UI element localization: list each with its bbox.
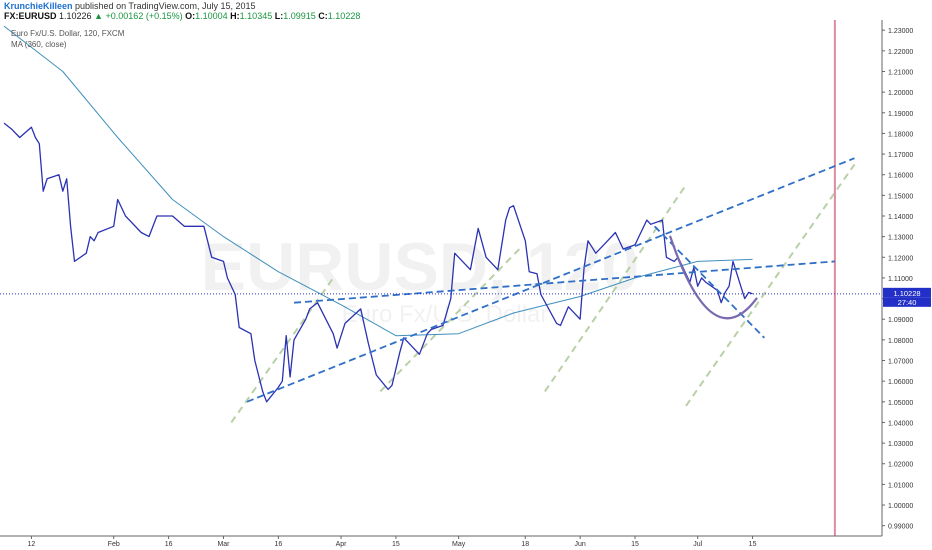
x-tick-label-9: Jun [574, 541, 585, 548]
y-tick-label-19: 1.04000 [888, 420, 913, 427]
countdown-tag-text: 27:40 [898, 298, 917, 307]
y-tick-label-16: 1.07000 [888, 359, 913, 366]
x-tick-label-12: 15 [749, 541, 757, 548]
y-tick-label-9: 1.14000 [888, 214, 913, 221]
y-tick-label-24: 0.99000 [888, 524, 913, 531]
y-tick-label-4: 1.19000 [888, 111, 913, 118]
y-tick-label-5: 1.18000 [888, 131, 913, 138]
y-tick-label-6: 1.17000 [888, 152, 913, 159]
y-tick-label-18: 1.05000 [888, 400, 913, 407]
watermark-description: Euro Fx/U.S. Dollar [342, 301, 549, 328]
y-tick-label-14: 1.09000 [888, 317, 913, 324]
y-tick-label-12: 1.11000 [888, 276, 913, 283]
x-tick-label-5: Apr [336, 541, 348, 548]
y-tick-label-15: 1.08000 [888, 338, 913, 345]
x-tick-label-6: 15 [392, 541, 400, 548]
last-price-tag-text: 1.10228 [893, 289, 920, 298]
instrument-legend[interactable]: Euro Fx/U.S. Dollar, 120, FXCM [11, 29, 124, 38]
x-tick-label-3: Mar [217, 541, 230, 548]
price-chart[interactable]: EURUSD, 120 Euro Fx/U.S. Dollar 1.230001… [0, 0, 932, 550]
y-tick-label-21: 1.02000 [888, 462, 913, 469]
x-tick-label-1: Feb [108, 541, 120, 548]
y-tick-label-3: 1.20000 [888, 90, 913, 97]
y-tick-label-0: 1.23000 [888, 28, 913, 35]
x-tick-label-10: 15 [631, 541, 639, 548]
y-tick-label-1: 1.22000 [888, 49, 913, 56]
x-tick-label-2: 16 [165, 541, 173, 548]
x-tick-label-8: 18 [521, 541, 529, 548]
y-tick-label-2: 1.21000 [888, 69, 913, 76]
x-tick-label-0: 12 [28, 541, 36, 548]
y-tick-label-7: 1.16000 [888, 173, 913, 180]
time-axis [0, 536, 932, 550]
y-tick-label-10: 1.13000 [888, 235, 913, 242]
y-tick-label-20: 1.03000 [888, 441, 913, 448]
y-tick-label-17: 1.06000 [888, 379, 913, 386]
x-tick-label-4: 16 [274, 541, 282, 548]
x-tick-label-11: Jul [693, 541, 702, 548]
y-tick-label-22: 1.01000 [888, 482, 913, 489]
y-tick-label-11: 1.12000 [888, 255, 913, 262]
x-tick-label-7: May [452, 541, 466, 548]
y-tick-label-8: 1.15000 [888, 193, 913, 200]
indicator-legend[interactable]: MA (360, close) [11, 40, 67, 49]
y-tick-label-23: 1.00000 [888, 503, 913, 510]
